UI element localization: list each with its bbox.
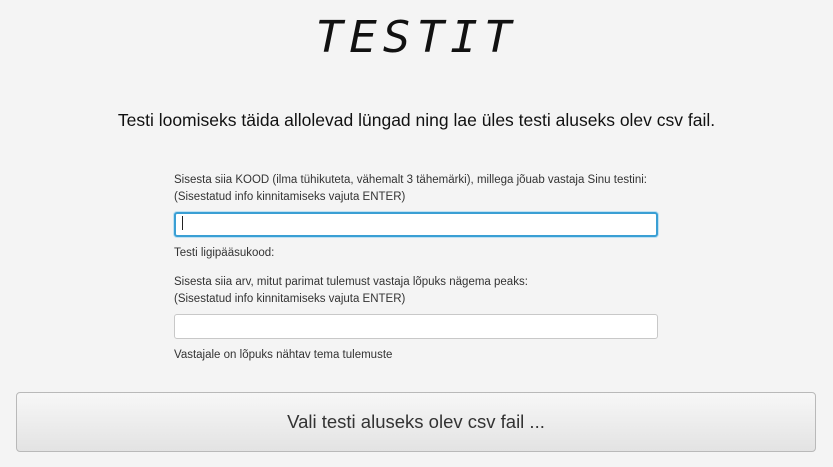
top-results-input[interactable] (174, 314, 658, 339)
test-setup-form: Sisesta siia KOOD (ilma tühikuteta, vähe… (174, 172, 658, 364)
access-code-label: Testi ligipääsukood: (174, 247, 275, 259)
choose-csv-file-button[interactable]: Vali testi aluseks olev csv fail ... (16, 392, 816, 452)
access-code-input[interactable] (174, 212, 658, 237)
page-title: TESTIT (315, 11, 518, 63)
code-hint: (Sisestatud info kinnitamiseks vajuta EN… (174, 191, 406, 203)
testit-window: TESTIT Testi loomiseks täida allolevad l… (0, 0, 833, 467)
top-results-instruction: Sisesta siia arv, mitut parimat tulemust… (174, 276, 528, 288)
top-results-hint: (Sisestatud info kinnitamiseks vajuta EN… (174, 293, 406, 305)
text-caret (182, 216, 183, 230)
code-input-wrapper (174, 212, 658, 237)
top-results-label: Vastajale on lõpuks nähtav tema tulemust… (174, 349, 393, 361)
intro-text: Testi loomiseks täida allolevad lüngad n… (117, 110, 716, 130)
code-instruction: Sisesta siia KOOD (ilma tühikuteta, vähe… (174, 174, 647, 186)
